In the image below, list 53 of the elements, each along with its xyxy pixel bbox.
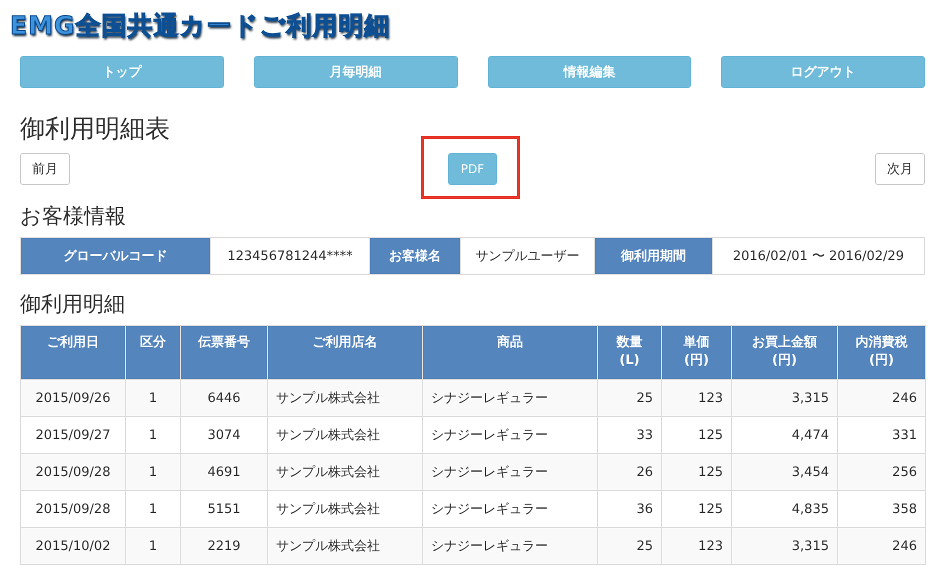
- table-cell: 4691: [180, 454, 268, 490]
- table-cell: 256: [838, 454, 926, 490]
- table-cell: 1: [126, 454, 180, 490]
- table-cell: サンプル株式会社: [268, 380, 422, 416]
- site-logo: EMG全国共通カードご利用明細: [10, 10, 390, 42]
- table-cell: 3,315: [732, 380, 838, 416]
- nav-button[interactable]: 情報編集: [488, 56, 692, 88]
- table-cell: サンプル株式会社: [268, 454, 422, 490]
- column-header: 数量 (L): [598, 326, 662, 380]
- table-cell: 2015/09/28: [20, 454, 126, 490]
- table-cell: 6446: [180, 380, 268, 416]
- section-heading: お客様情報: [20, 203, 127, 229]
- table-cell: シナジーレギュラー: [422, 528, 598, 564]
- table-cell: 25: [598, 380, 662, 416]
- column-header: ご利用店名: [268, 326, 422, 380]
- field-value: 123456781244****: [210, 238, 370, 274]
- table-cell: 246: [838, 380, 926, 416]
- field-label: 御利用期間: [594, 238, 712, 274]
- column-header: 単価 (円): [662, 326, 732, 380]
- table-cell: 123: [662, 380, 732, 416]
- column-header: 内消費税 (円): [838, 326, 926, 380]
- table-cell: 26: [598, 454, 662, 490]
- table-cell: 3,454: [732, 454, 838, 490]
- column-header: 商品: [422, 326, 598, 380]
- table-cell: シナジーレギュラー: [422, 454, 598, 490]
- table-cell: 125: [662, 454, 732, 490]
- table-cell: 2219: [180, 528, 268, 564]
- table-cell: 1: [126, 380, 180, 416]
- table-cell: 3,315: [732, 528, 838, 564]
- column-header: ご利用日: [20, 326, 126, 380]
- column-header: お買上金額 (円): [732, 326, 838, 380]
- section-heading: 御利用明細: [20, 291, 126, 317]
- page-title: 御利用明細表: [20, 114, 171, 144]
- field-value: 2016/02/01 〜 2016/02/29: [712, 238, 924, 274]
- nav-button[interactable]: 月毎明細: [254, 56, 458, 88]
- table-cell: シナジーレギュラー: [422, 380, 598, 416]
- table-cell: 123: [662, 528, 732, 564]
- nav-button[interactable]: トップ: [20, 56, 224, 88]
- field-label: お客様名: [370, 238, 460, 274]
- next-month-button[interactable]: 次月: [874, 153, 925, 185]
- table-cell: 25: [598, 528, 662, 564]
- table-cell: 2015/09/26: [20, 380, 126, 416]
- nav-button[interactable]: ログアウト: [721, 56, 925, 88]
- pdf-button[interactable]: PDF: [448, 153, 498, 185]
- field-value: サンプルユーザー: [460, 238, 595, 274]
- table-cell: 1: [126, 528, 180, 564]
- previous-month-button[interactable]: 前月: [20, 153, 70, 185]
- column-header: 伝票番号: [180, 326, 268, 380]
- field-label: グローバルコード: [20, 238, 210, 274]
- table-cell: 2015/10/02: [20, 528, 126, 564]
- column-header: 区分: [126, 326, 180, 380]
- table-cell: 246: [838, 528, 926, 564]
- table-cell: サンプル株式会社: [268, 528, 422, 564]
